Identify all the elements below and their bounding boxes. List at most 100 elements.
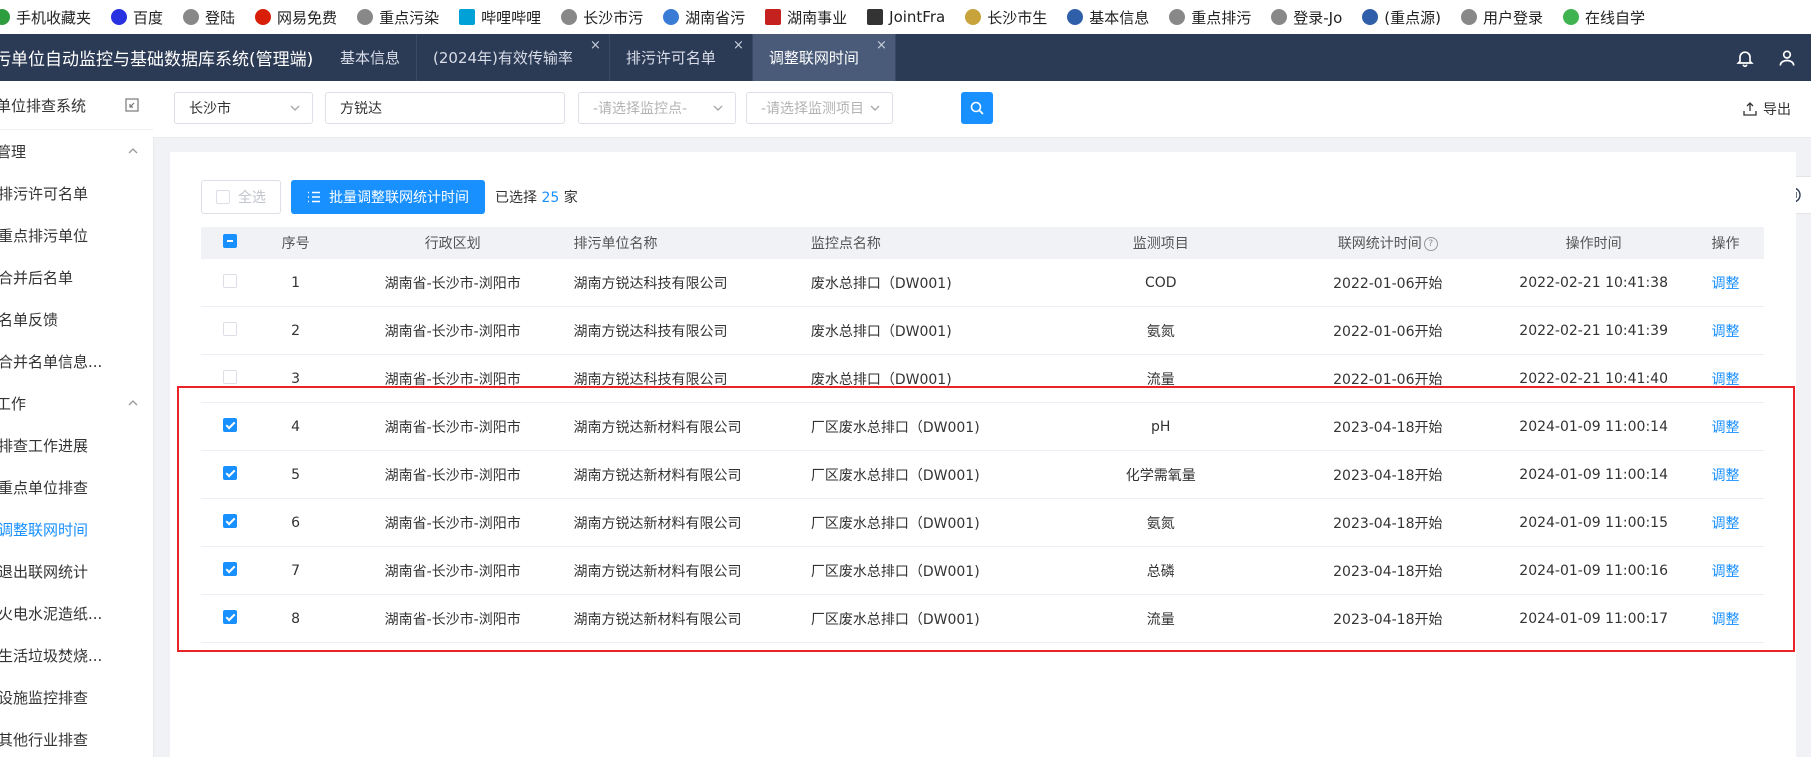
bookmark-item[interactable]: 登录-Jo (1271, 7, 1342, 28)
wave-logo-icon (663, 9, 680, 25)
search-icon (970, 101, 984, 115)
cell-op-time: 2024-01-09 11:00:16 (1500, 546, 1688, 595)
close-icon[interactable]: × (876, 38, 887, 53)
sidebar-item[interactable]: 其他行业排查 (0, 718, 153, 757)
cell-region: 湖南省-长沙市-浏阳市 (332, 546, 573, 595)
bookmark-item[interactable]: 长沙市生 (965, 7, 1047, 28)
sidebar-item[interactable]: 重点排污单位 (0, 214, 153, 256)
collapse-sidebar-icon[interactable] (125, 98, 139, 112)
row-checkbox-cell (201, 498, 259, 547)
bookmark-item[interactable]: 百度 (111, 7, 163, 28)
table-row: 3 湖南省-长沙市-浏阳市 湖南方锐达科技有限公司 废水总排口（DW001) 流量 202… (201, 354, 1764, 403)
column-header: 行政区划 (332, 227, 573, 259)
bookmark-item[interactable]: 基本信息 (1067, 7, 1149, 28)
bookmarks-bar: 手机收藏夹 百度 登陆 网易免费 重点污染 哔哩哔哩 长沙市污 湖南省污 湖南事业 JointFr… (0, 0, 1811, 35)
bookmark-item[interactable]: 哔哩哔哩 (459, 7, 541, 28)
monitor-point-select[interactable]: -请选择监控点- (578, 92, 736, 124)
tab-1[interactable]: (2024年)有效传输率 × (417, 34, 610, 81)
bookmark-item[interactable]: 用户登录 (1460, 7, 1543, 28)
sidebar-item[interactable]: 生活垃圾焚烧... (0, 634, 153, 676)
bookmark-item[interactable]: JointFra (867, 8, 945, 26)
select-all-checkbox[interactable] (216, 190, 230, 204)
sidebar-item[interactable]: 名单反馈 (0, 298, 153, 340)
sidebar-item-label: 生活垃圾焚烧... (0, 646, 103, 665)
sidebar-item[interactable]: 重点单位排查 (0, 466, 153, 508)
user-icon[interactable] (1777, 48, 1797, 68)
cell-op-time: 2024-01-09 11:00:14 (1500, 450, 1688, 499)
bookmark-item[interactable]: 网易免费 (255, 7, 337, 28)
column-header-net-time: 联网统计时间? (1275, 227, 1501, 259)
monitor-item-select[interactable]: -请选择监测项目 (746, 92, 893, 124)
tab-0[interactable]: 基本信息 (324, 34, 418, 81)
adjust-link[interactable]: 调整 (1687, 354, 1764, 403)
sidebar-item[interactable]: 排污许可名单 (0, 172, 153, 214)
select-all-button[interactable]: 全选 (201, 180, 281, 214)
row-checkbox[interactable] (222, 273, 237, 288)
bell-icon[interactable] (1735, 48, 1755, 68)
row-checkbox[interactable] (222, 561, 237, 576)
tab-3[interactable]: 调整联网时间 × (752, 34, 896, 81)
search-button[interactable] (961, 92, 993, 124)
bookmark-item[interactable]: 湖南事业 (765, 7, 847, 28)
help-icon[interactable]: ? (1423, 237, 1438, 251)
selection-prefix: 已选择 (495, 190, 537, 206)
adjust-link[interactable]: 调整 (1687, 259, 1764, 307)
row-checkbox-cell (201, 450, 259, 499)
adjust-link[interactable]: 调整 (1687, 498, 1764, 547)
sidebar-menu: 管理排污许可名单重点排污单位合并后名单名单反馈合并名单信息... 工作排查工作进展… (0, 130, 153, 757)
bookmark-label: 长沙市污 (583, 8, 644, 27)
row-checkbox[interactable] (222, 369, 237, 384)
adjust-link[interactable]: 调整 (1687, 306, 1764, 355)
bookmark-item[interactable]: 重点排污 (1169, 7, 1251, 28)
bookmark-item[interactable]: 重点污染 (357, 7, 439, 28)
row-checkbox[interactable] (222, 609, 237, 624)
sidebar-item-label: 重点排污单位 (0, 226, 89, 245)
cell-item: 流量 (1046, 354, 1276, 403)
close-icon[interactable]: × (590, 38, 601, 53)
export-button[interactable]: 导出 (1743, 99, 1791, 119)
bookmark-item[interactable]: 登陆 (183, 7, 235, 28)
bookmark-label: 重点排污 (1191, 8, 1252, 27)
cell-no: 3 (258, 354, 333, 403)
chevron-up-icon (128, 148, 138, 154)
company-search-value: 方锐达 (340, 101, 382, 117)
chevron-down-icon (870, 105, 880, 111)
cell-company: 湖南方锐达科技有限公司 (572, 259, 810, 307)
adjust-link[interactable]: 调整 (1687, 546, 1764, 595)
batch-adjust-label: 批量调整联网统计时间 (329, 190, 469, 206)
bookmark-item[interactable]: 长沙市污 (561, 7, 643, 28)
batch-adjust-button[interactable]: 批量调整联网统计时间 (291, 180, 485, 214)
row-checkbox-cell (201, 546, 259, 595)
sidebar-item[interactable]: 排查工作进展 (0, 424, 153, 466)
bookmark-item[interactable]: 手机收藏夹 (0, 7, 91, 28)
header-checkbox[interactable] (222, 234, 237, 248)
row-checkbox[interactable] (222, 321, 237, 336)
bookmark-item[interactable]: 在线自学 (1563, 7, 1645, 28)
bookmark-label: 湖南省污 (685, 8, 746, 27)
company-search-input[interactable]: 方锐达 (325, 92, 565, 124)
bookmark-item[interactable]: 湖南省污 (663, 7, 745, 28)
sidebar: 单位排查系统 管理排污许可名单重点排污单位合并后名单名单反馈合并名单信息... 工… (0, 81, 154, 757)
bookmark-item[interactable]: (重点源) (1362, 7, 1441, 28)
sidebar-item-label: 名单反馈 (0, 310, 59, 329)
sidebar-item[interactable]: 合并名单信息... (0, 340, 153, 382)
sidebar-item[interactable]: 退出联网统计 (0, 550, 153, 592)
bookmark-label: 百度 (133, 8, 164, 27)
close-icon[interactable]: × (733, 38, 744, 53)
row-checkbox[interactable] (222, 513, 237, 528)
tab-2[interactable]: 排污许可名单 × (610, 34, 753, 81)
sidebar-group[interactable]: 工作 (0, 382, 153, 424)
adjust-link[interactable]: 调整 (1687, 450, 1764, 499)
adjust-link[interactable]: 调整 (1687, 402, 1764, 451)
row-checkbox[interactable] (222, 417, 237, 432)
sidebar-item[interactable]: 火电水泥造纸... (0, 592, 153, 634)
sidebar-item[interactable]: 调整联网时间 (0, 508, 153, 550)
tab-label: 基本信息 (340, 49, 401, 67)
adjust-link[interactable]: 调整 (1687, 594, 1764, 643)
sidebar-group[interactable]: 管理 (0, 130, 153, 172)
sidebar-item[interactable]: 设施监控排查 (0, 676, 153, 718)
cell-net-time: 2022-01-06开始 (1275, 259, 1501, 307)
row-checkbox[interactable] (222, 465, 237, 480)
city-select[interactable]: 长沙市 (174, 92, 313, 124)
sidebar-item[interactable]: 合并后名单 (0, 256, 153, 298)
